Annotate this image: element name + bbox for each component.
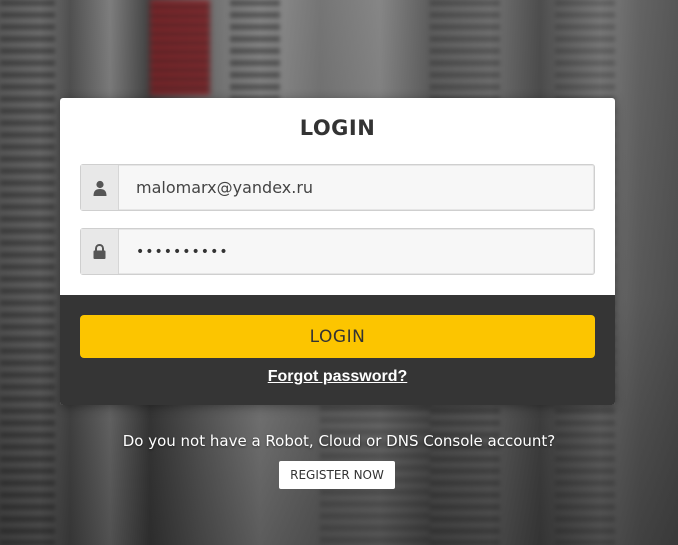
register-prompt: Do you not have a Robot, Cloud or DNS Co…	[122, 432, 556, 450]
card-footer: LOGIN Forgot password?	[60, 295, 615, 405]
login-card: LOGIN LOGIN Forgot password?	[60, 98, 615, 405]
register-now-button[interactable]: REGISTER NOW	[279, 461, 395, 489]
username-field[interactable]	[80, 164, 595, 211]
login-button[interactable]: LOGIN	[80, 315, 595, 358]
username-input[interactable]	[119, 166, 578, 209]
lock-icon	[81, 229, 119, 274]
forgot-password-link[interactable]: Forgot password?	[60, 368, 615, 386]
login-title: LOGIN	[299, 116, 376, 140]
password-field[interactable]	[80, 228, 595, 275]
user-icon	[81, 165, 119, 210]
password-input[interactable]	[119, 230, 578, 273]
